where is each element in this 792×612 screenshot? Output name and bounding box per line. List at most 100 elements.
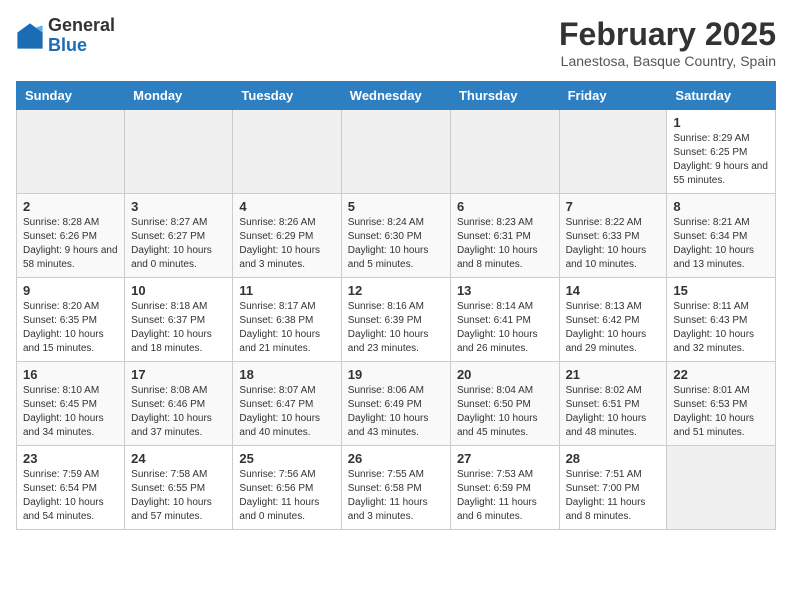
week-row-4: 16 Sunrise: 8:10 AM Sunset: 6:45 PM Dayli…: [17, 362, 776, 446]
day-info: Sunrise: 8:16 AM Sunset: 6:39 PM Dayligh…: [348, 300, 444, 356]
day-cell: 19 Sunrise: 8:06 AM Sunset: 6:49 PM Dayli…: [341, 362, 450, 446]
day-cell: 6 Sunrise: 8:23 AM Sunset: 6:31 PM Daylig…: [450, 194, 559, 278]
day-number: 9: [23, 283, 118, 298]
day-number: 13: [457, 283, 553, 298]
day-info: Sunrise: 8:28 AM Sunset: 6:26 PM Dayligh…: [23, 216, 118, 272]
day-info: Sunrise: 7:53 AM Sunset: 6:59 PM Dayligh…: [457, 468, 553, 524]
day-cell: 12 Sunrise: 8:16 AM Sunset: 6:39 PM Dayli…: [341, 278, 450, 362]
weekday-header-saturday: Saturday: [667, 82, 776, 110]
day-number: 16: [23, 367, 118, 382]
day-info: Sunrise: 8:11 AM Sunset: 6:43 PM Dayligh…: [673, 300, 769, 356]
day-cell: [341, 110, 450, 194]
day-info: Sunrise: 8:20 AM Sunset: 6:35 PM Dayligh…: [23, 300, 118, 356]
day-cell: 22 Sunrise: 8:01 AM Sunset: 6:53 PM Dayli…: [667, 362, 776, 446]
day-cell: 16 Sunrise: 8:10 AM Sunset: 6:45 PM Dayli…: [17, 362, 125, 446]
week-row-5: 23 Sunrise: 7:59 AM Sunset: 6:54 PM Dayli…: [17, 446, 776, 530]
day-cell: [17, 110, 125, 194]
day-cell: 8 Sunrise: 8:21 AM Sunset: 6:34 PM Daylig…: [667, 194, 776, 278]
day-number: 1: [673, 115, 769, 130]
day-cell: 23 Sunrise: 7:59 AM Sunset: 6:54 PM Dayli…: [17, 446, 125, 530]
day-cell: [559, 110, 667, 194]
day-cell: 28 Sunrise: 7:51 AM Sunset: 7:00 PM Dayli…: [559, 446, 667, 530]
day-info: Sunrise: 8:21 AM Sunset: 6:34 PM Dayligh…: [673, 216, 769, 272]
logo-blue-text: Blue: [48, 35, 87, 55]
day-info: Sunrise: 8:01 AM Sunset: 6:53 PM Dayligh…: [673, 384, 769, 440]
day-number: 7: [566, 199, 661, 214]
day-info: Sunrise: 7:55 AM Sunset: 6:58 PM Dayligh…: [348, 468, 444, 524]
day-info: Sunrise: 8:07 AM Sunset: 6:47 PM Dayligh…: [239, 384, 334, 440]
day-info: Sunrise: 8:08 AM Sunset: 6:46 PM Dayligh…: [131, 384, 226, 440]
day-info: Sunrise: 8:04 AM Sunset: 6:50 PM Dayligh…: [457, 384, 553, 440]
day-number: 25: [239, 451, 334, 466]
logo: General Blue: [16, 16, 115, 56]
day-info: Sunrise: 8:17 AM Sunset: 6:38 PM Dayligh…: [239, 300, 334, 356]
day-cell: [125, 110, 233, 194]
weekday-header-thursday: Thursday: [450, 82, 559, 110]
day-number: 3: [131, 199, 226, 214]
week-row-3: 9 Sunrise: 8:20 AM Sunset: 6:35 PM Daylig…: [17, 278, 776, 362]
weekday-header-friday: Friday: [559, 82, 667, 110]
day-cell: 18 Sunrise: 8:07 AM Sunset: 6:47 PM Dayli…: [233, 362, 341, 446]
day-info: Sunrise: 7:51 AM Sunset: 7:00 PM Dayligh…: [566, 468, 661, 524]
day-number: 4: [239, 199, 334, 214]
calendar-table: SundayMondayTuesdayWednesdayThursdayFrid…: [16, 81, 776, 530]
day-number: 12: [348, 283, 444, 298]
day-number: 21: [566, 367, 661, 382]
day-cell: 1 Sunrise: 8:29 AM Sunset: 6:25 PM Daylig…: [667, 110, 776, 194]
day-number: 19: [348, 367, 444, 382]
day-info: Sunrise: 8:24 AM Sunset: 6:30 PM Dayligh…: [348, 216, 444, 272]
day-number: 18: [239, 367, 334, 382]
calendar-header: General Blue February 2025 Lanestosa, Ba…: [16, 16, 776, 69]
weekday-header-sunday: Sunday: [17, 82, 125, 110]
day-info: Sunrise: 7:58 AM Sunset: 6:55 PM Dayligh…: [131, 468, 226, 524]
day-info: Sunrise: 8:27 AM Sunset: 6:27 PM Dayligh…: [131, 216, 226, 272]
day-info: Sunrise: 8:14 AM Sunset: 6:41 PM Dayligh…: [457, 300, 553, 356]
day-cell: 2 Sunrise: 8:28 AM Sunset: 6:26 PM Daylig…: [17, 194, 125, 278]
day-number: 14: [566, 283, 661, 298]
day-cell: 5Sunrise: 8:24 AM Sunset: 6:30 PM Daylig…: [341, 194, 450, 278]
day-number: 6: [457, 199, 553, 214]
day-cell: [450, 110, 559, 194]
week-row-1: 1 Sunrise: 8:29 AM Sunset: 6:25 PM Daylig…: [17, 110, 776, 194]
day-info: Sunrise: 8:02 AM Sunset: 6:51 PM Dayligh…: [566, 384, 661, 440]
day-number: 11: [239, 283, 334, 298]
weekday-header-wednesday: Wednesday: [341, 82, 450, 110]
day-cell: 26Sunrise: 7:55 AM Sunset: 6:58 PM Dayli…: [341, 446, 450, 530]
day-info: Sunrise: 8:26 AM Sunset: 6:29 PM Dayligh…: [239, 216, 334, 272]
day-number: 2: [23, 199, 118, 214]
day-cell: 10Sunrise: 8:18 AM Sunset: 6:37 PM Dayli…: [125, 278, 233, 362]
day-info: Sunrise: 8:06 AM Sunset: 6:49 PM Dayligh…: [348, 384, 444, 440]
month-title: February 2025: [559, 16, 776, 53]
day-number: 20: [457, 367, 553, 382]
day-number: 23: [23, 451, 118, 466]
day-number: 27: [457, 451, 553, 466]
logo-icon: [16, 22, 44, 50]
location-text: Lanestosa, Basque Country, Spain: [559, 53, 776, 69]
day-info: Sunrise: 8:29 AM Sunset: 6:25 PM Dayligh…: [673, 132, 769, 188]
day-cell: 11 Sunrise: 8:17 AM Sunset: 6:38 PM Dayli…: [233, 278, 341, 362]
day-cell: [667, 446, 776, 530]
day-cell: 27 Sunrise: 7:53 AM Sunset: 6:59 PM Dayli…: [450, 446, 559, 530]
day-number: 22: [673, 367, 769, 382]
title-block: February 2025 Lanestosa, Basque Country,…: [559, 16, 776, 69]
day-info: Sunrise: 8:23 AM Sunset: 6:31 PM Dayligh…: [457, 216, 553, 272]
day-info: Sunrise: 7:59 AM Sunset: 6:54 PM Dayligh…: [23, 468, 118, 524]
day-number: 8: [673, 199, 769, 214]
day-number: 17: [131, 367, 226, 382]
day-number: 10: [131, 283, 226, 298]
day-number: 28: [566, 451, 661, 466]
day-cell: 3 Sunrise: 8:27 AM Sunset: 6:27 PM Daylig…: [125, 194, 233, 278]
day-info: Sunrise: 8:22 AM Sunset: 6:33 PM Dayligh…: [566, 216, 661, 272]
day-cell: 14Sunrise: 8:13 AM Sunset: 6:42 PM Dayli…: [559, 278, 667, 362]
weekday-header-monday: Monday: [125, 82, 233, 110]
weekday-header-row: SundayMondayTuesdayWednesdayThursdayFrid…: [17, 82, 776, 110]
day-cell: 9 Sunrise: 8:20 AM Sunset: 6:35 PM Daylig…: [17, 278, 125, 362]
day-cell: [233, 110, 341, 194]
day-cell: 15Sunrise: 8:11 AM Sunset: 6:43 PM Dayli…: [667, 278, 776, 362]
logo-general-text: General: [48, 15, 115, 35]
day-info: Sunrise: 8:10 AM Sunset: 6:45 PM Dayligh…: [23, 384, 118, 440]
day-info: Sunrise: 7:56 AM Sunset: 6:56 PM Dayligh…: [239, 468, 334, 524]
week-row-2: 2 Sunrise: 8:28 AM Sunset: 6:26 PM Daylig…: [17, 194, 776, 278]
weekday-header-tuesday: Tuesday: [233, 82, 341, 110]
day-cell: 13 Sunrise: 8:14 AM Sunset: 6:41 PM Dayli…: [450, 278, 559, 362]
